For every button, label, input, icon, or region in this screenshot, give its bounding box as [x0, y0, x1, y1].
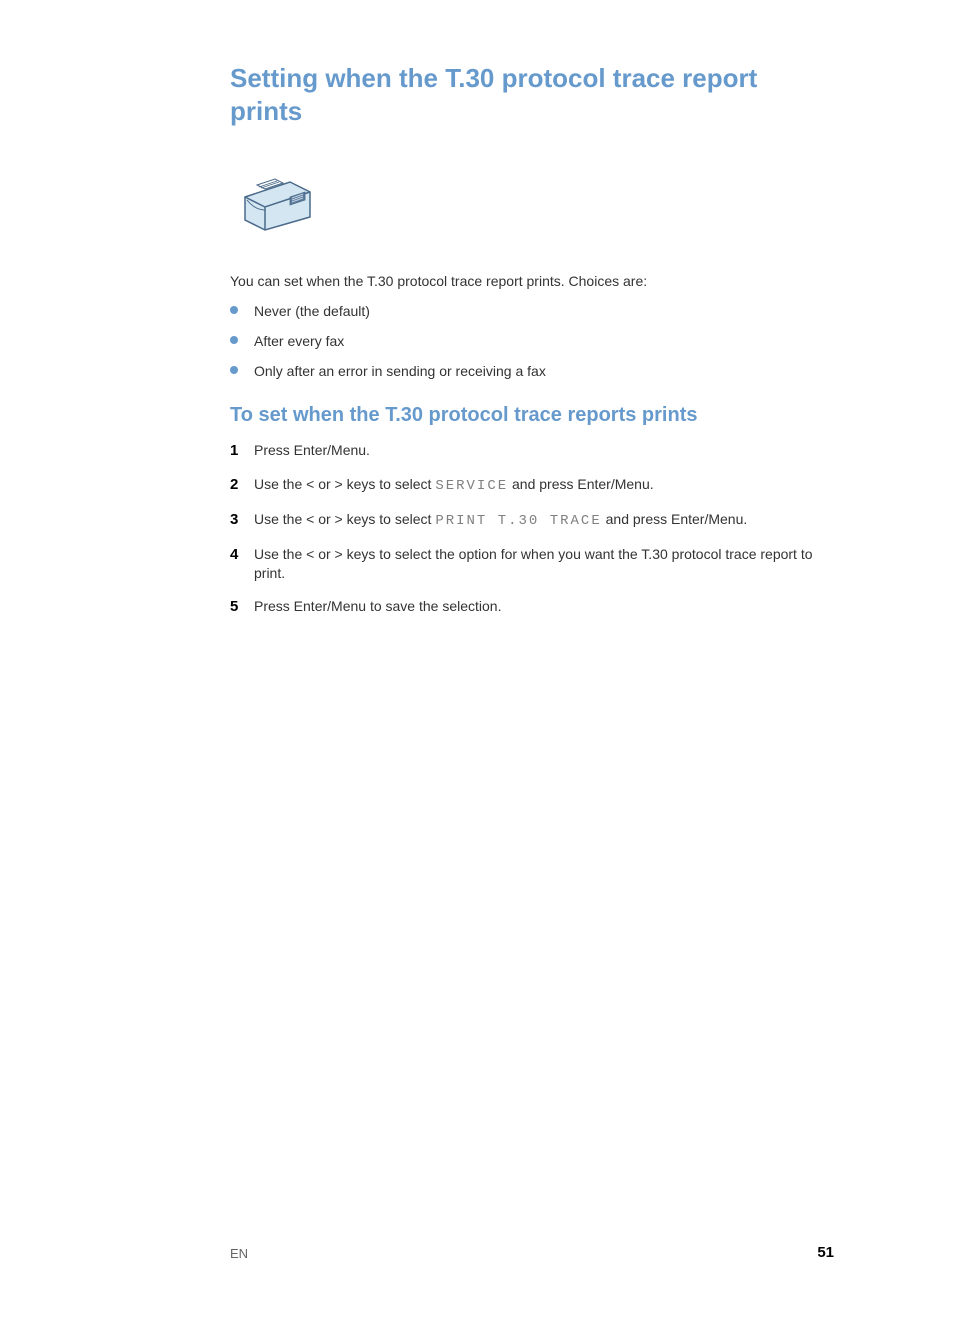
step-text: Use the < or > keys to select SERVICE an… [254, 475, 654, 496]
step-post: and press Enter/Menu. [602, 511, 748, 527]
step-pre: Press Enter/Menu. [254, 442, 370, 458]
list-item: After every fax [230, 332, 834, 350]
bullet-icon [230, 336, 238, 344]
footer-language: EN [230, 1246, 248, 1261]
step-number: 5 [230, 597, 254, 617]
lcd-text: PRINT T.30 TRACE [435, 513, 601, 529]
lcd-text: SERVICE [435, 478, 508, 494]
step-item: 3 Use the < or > keys to select PRINT T.… [230, 510, 834, 531]
intro-text: You can set when the T.30 protocol trace… [230, 272, 834, 292]
step-number: 1 [230, 441, 254, 461]
procedure-steps: 1 Press Enter/Menu. 2 Use the < or > key… [230, 441, 834, 617]
step-item: 1 Press Enter/Menu. [230, 441, 834, 461]
step-pre: Use the < or > keys to select [254, 476, 435, 492]
step-pre: Use the < or > keys to select [254, 511, 435, 527]
list-item: Only after an error in sending or receiv… [230, 362, 834, 380]
bullet-icon [230, 306, 238, 314]
bullet-icon [230, 366, 238, 374]
step-item: 5 Press Enter/Menu to save the selection… [230, 597, 834, 617]
step-post: and press Enter/Menu. [508, 476, 654, 492]
step-item: 4 Use the < or > keys to select the opti… [230, 545, 834, 583]
options-list: Never (the default) After every fax Only… [230, 302, 834, 381]
list-item: Never (the default) [230, 302, 834, 320]
step-number: 2 [230, 475, 254, 495]
step-text: Press Enter/Menu. [254, 441, 370, 460]
step-item: 2 Use the < or > keys to select SERVICE … [230, 475, 834, 496]
step-pre: Use the < or > keys to select the option… [254, 546, 813, 581]
page-title: Setting when the T.30 protocol trace rep… [230, 62, 834, 127]
option-text: After every fax [254, 332, 344, 350]
step-text: Use the < or > keys to select the option… [254, 545, 834, 583]
option-text: Never (the default) [254, 302, 370, 320]
step-number: 4 [230, 545, 254, 565]
page-number: 51 [817, 1244, 834, 1261]
step-text: Press Enter/Menu to save the selection. [254, 597, 501, 616]
procedure-heading: To set when the T.30 protocol trace repo… [230, 404, 834, 427]
option-text: Only after an error in sending or receiv… [254, 362, 546, 380]
step-pre: Press Enter/Menu to save the selection. [254, 598, 501, 614]
step-number: 3 [230, 510, 254, 530]
printer-icon [230, 167, 834, 242]
step-text: Use the < or > keys to select PRINT T.30… [254, 510, 747, 531]
